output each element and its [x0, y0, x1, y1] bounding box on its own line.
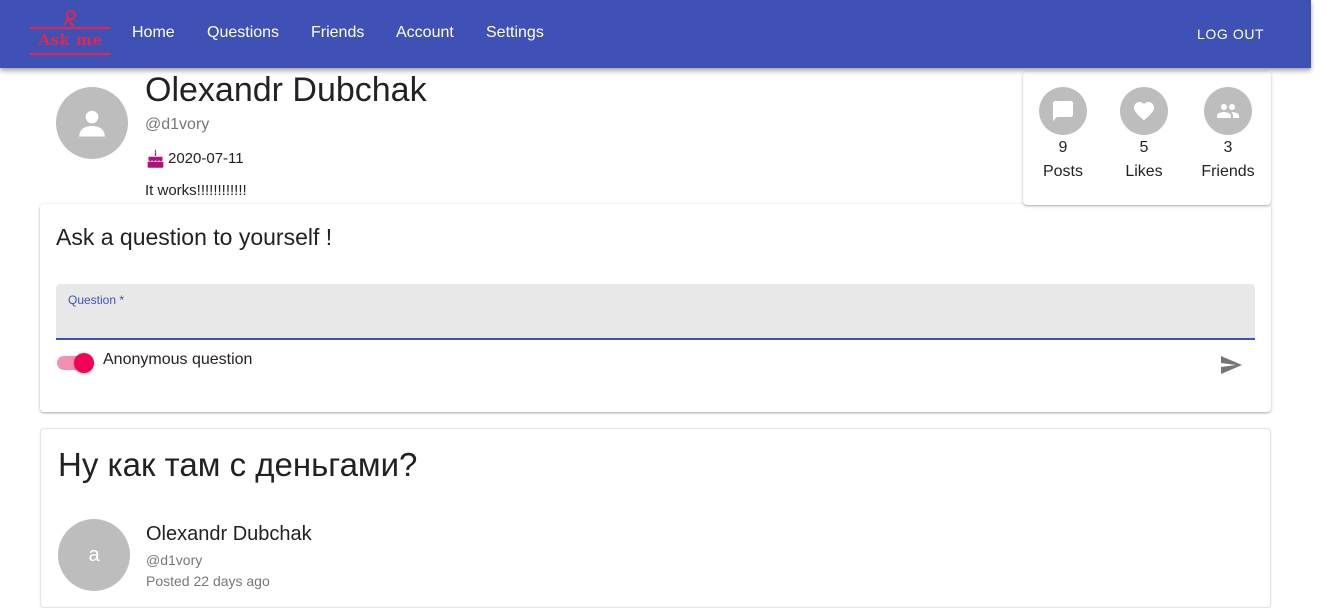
question-field-label: Question * [68, 293, 125, 307]
chat-icon [1053, 101, 1073, 121]
birthday-date: 2020-07-11 [168, 150, 244, 167]
anonymous-toggle[interactable] [57, 351, 95, 373]
friends-avatar [1204, 87, 1252, 135]
posts-count: 9 [1058, 139, 1068, 156]
logo-top-line [30, 27, 111, 29]
logo-bottom-line [30, 53, 111, 55]
nav-home[interactable]: Home [132, 23, 175, 43]
nav-friends[interactable]: Friends [311, 23, 364, 43]
nav-account[interactable]: Account [396, 23, 454, 43]
likes-label: Likes [1125, 163, 1163, 180]
logout-button[interactable]: LOG OUT [1197, 26, 1264, 42]
anonymous-label: Anonymous question [103, 351, 253, 368]
app-bar: Ask me Home Questions Friends Account Se… [0, 0, 1311, 68]
ask-title: Ask a question to yourself ! [56, 224, 333, 250]
send-button[interactable] [1216, 350, 1246, 380]
friends-label: Friends [1201, 163, 1255, 180]
cake-icon [147, 149, 164, 168]
stat-friends[interactable]: 3 Friends [1188, 87, 1268, 182]
logo-text: Ask me [38, 31, 103, 49]
heart-icon [1134, 102, 1154, 121]
profile-handle: @d1vory [145, 116, 210, 133]
send-icon [1221, 356, 1242, 374]
profile-name: Olexandr Dubchak [145, 71, 427, 109]
stat-posts[interactable]: 9 Posts [1023, 87, 1103, 182]
nav-questions[interactable]: Questions [207, 23, 279, 43]
question-field[interactable]: Question * [56, 284, 1255, 340]
profile-birthday: 2020-07-11 [145, 148, 244, 169]
people-icon [1217, 104, 1239, 118]
post-title: Ну как там с деньгами? [58, 446, 418, 483]
post-timestamp: Posted 22 days ago [146, 573, 270, 589]
post-author-handle: @d1vory [146, 552, 203, 568]
person-icon [79, 110, 105, 137]
posts-label: Posts [1042, 163, 1083, 180]
posts-avatar [1039, 87, 1087, 135]
logo-mark-icon [64, 10, 76, 27]
stats-card: 9 Posts 5 Likes 3 Friends [1023, 72, 1271, 205]
profile-bio: It works!!!!!!!!!!!! [145, 182, 247, 199]
nav-settings[interactable]: Settings [486, 23, 544, 43]
ask-me-logo[interactable]: Ask me [30, 10, 111, 56]
post-author-name[interactable]: Olexandr Dubchak [146, 523, 312, 546]
ask-question-card: Ask a question to yourself ! Question * … [40, 204, 1271, 412]
friends-count: 3 [1223, 139, 1233, 156]
question-post-card: Ну как там с деньгами? a Olexandr Dubcha… [40, 428, 1271, 608]
stat-likes[interactable]: 5 Likes [1104, 87, 1184, 182]
profile-avatar[interactable] [56, 87, 128, 159]
likes-avatar [1120, 87, 1168, 135]
question-input[interactable] [68, 310, 1238, 334]
likes-count: 5 [1139, 139, 1149, 156]
post-author-avatar[interactable]: a [58, 519, 130, 591]
toggle-thumb [74, 353, 94, 373]
